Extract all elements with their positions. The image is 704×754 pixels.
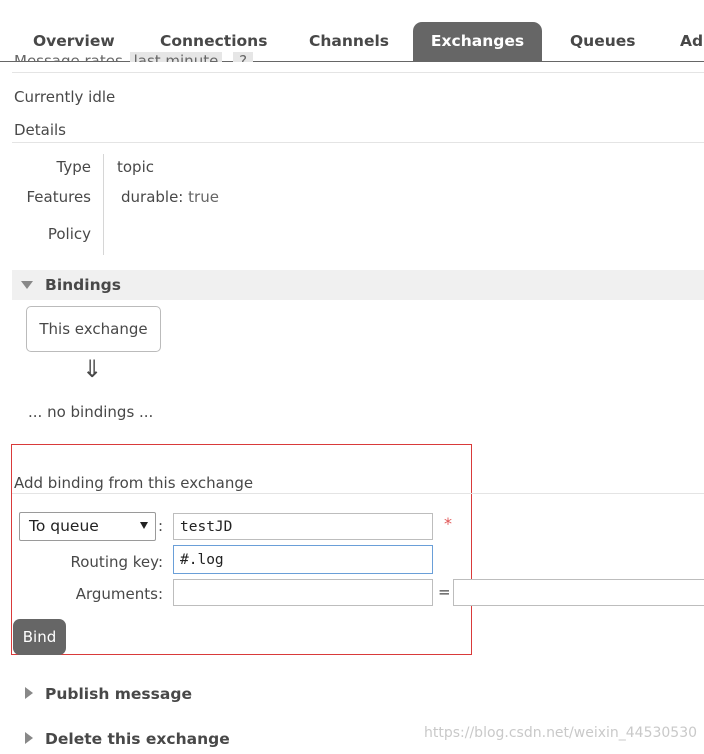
message-rates-row: Message rates last minute ? [14,52,254,62]
down-double-arrow-icon: ⇓ [82,355,103,383]
colon: : [158,517,164,535]
tab-channels[interactable]: Channels [309,22,389,61]
divider [12,142,704,143]
bindings-section-header[interactable]: Bindings [12,270,704,300]
message-rates-help[interactable]: ? [233,52,254,62]
routing-key-input[interactable] [173,545,433,574]
expand-triangle-icon [25,687,33,699]
divider [12,493,704,494]
policy-label: Policy [47,225,91,243]
destination-input[interactable] [173,513,433,540]
publish-message-title: Publish message [45,685,192,703]
dropdown-arrow-icon [140,522,148,529]
tab-admin[interactable]: Adr [680,22,704,61]
features-value: durable: true [121,188,219,206]
publish-message-section-header[interactable]: Publish message [12,679,704,709]
tab-queues[interactable]: Queues [570,22,636,61]
divider [12,72,704,73]
this-exchange-box: This exchange [26,306,161,352]
bindings-title: Bindings [45,276,121,294]
features-label: Features [26,188,92,206]
equals-sign: = [438,583,451,601]
destination-type-value: To queue [29,517,99,535]
feature-key: durable: [121,188,184,206]
watermark: https://blog.csdn.net/weixin_44530530 [424,725,698,741]
message-rates-label: Message rates [14,52,123,62]
routing-key-label: Routing key: [70,553,164,571]
type-label: Type [56,158,91,176]
argument-value-input[interactable] [453,579,704,606]
add-binding-heading: Add binding from this exchange [14,474,254,492]
no-bindings-text: ... no bindings ... [28,403,154,421]
feature-value: true [188,188,219,206]
delete-exchange-title: Delete this exchange [45,730,230,748]
required-mark: * [444,514,452,533]
collapse-triangle-icon [21,281,33,289]
arguments-label: Arguments: [75,585,163,603]
tab-exchanges[interactable]: Exchanges [413,22,542,61]
type-value: topic [117,158,154,176]
message-rates-period[interactable]: last minute [129,52,223,62]
details-heading: Details [14,121,67,139]
destination-type-select[interactable]: To queue [19,512,156,541]
bind-button[interactable]: Bind [13,619,66,655]
argument-key-input[interactable] [173,579,433,606]
status-text: Currently idle [14,88,116,106]
details-separator [103,154,104,255]
expand-triangle-icon [25,732,33,744]
